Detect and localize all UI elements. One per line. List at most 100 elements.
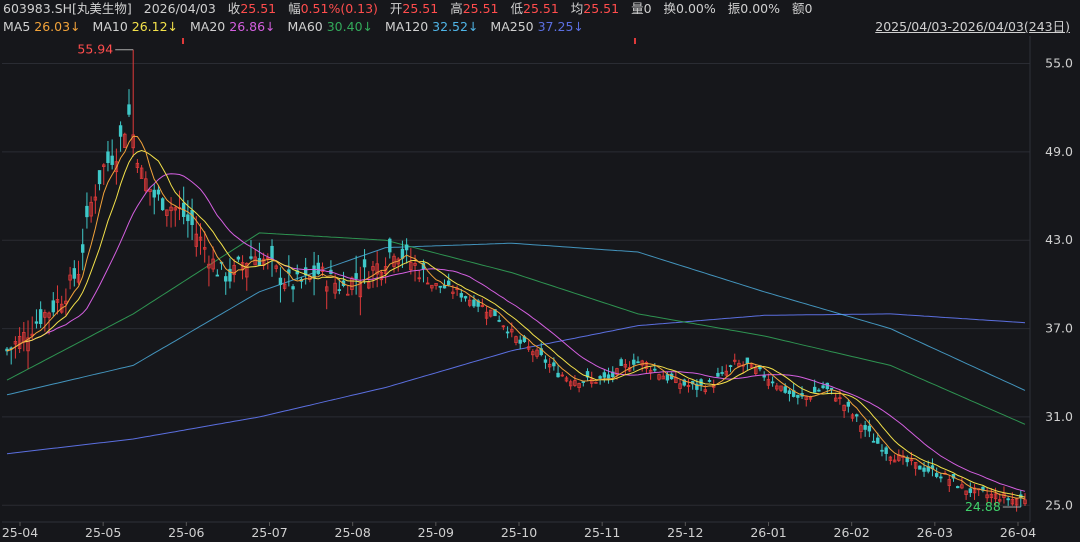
candle-body (796, 394, 800, 398)
candle-body (1006, 498, 1010, 501)
candle-body (871, 440, 876, 443)
y-tick-label: 31.0 (1045, 409, 1073, 424)
candle-body (783, 386, 787, 393)
y-tick-label: 55.0 (1045, 56, 1073, 71)
event-marker (634, 38, 636, 44)
candle-body (787, 390, 792, 394)
candle-body (312, 265, 316, 279)
candle-body (72, 268, 77, 279)
candle-body (186, 214, 190, 222)
candle-body (438, 285, 442, 288)
x-tick-label: 25-07 (251, 525, 287, 540)
candle-body (190, 210, 194, 225)
candle-body (552, 362, 556, 367)
candle-body (632, 359, 636, 365)
candle-body (939, 476, 943, 479)
candle-body (257, 258, 262, 266)
x-tick-label: 26-01 (750, 525, 786, 540)
candle-body (720, 372, 724, 374)
candle-body (400, 248, 405, 259)
candle-body (728, 365, 733, 367)
max-price-label: 55.94 (77, 42, 113, 57)
ma250-line (6, 313, 1026, 455)
ma20-line (6, 173, 1026, 492)
candle-body (51, 300, 55, 313)
candle-body (118, 125, 123, 137)
candle-body (855, 414, 859, 417)
candle-body (110, 155, 114, 165)
candle-body (817, 389, 821, 392)
candle-body (846, 401, 851, 407)
candle-body (354, 273, 358, 279)
candle-body (463, 296, 468, 299)
x-tick-label: 25-05 (85, 525, 121, 540)
candle-body (85, 205, 89, 218)
candle-body (955, 486, 960, 489)
candle-body (388, 238, 392, 253)
candle-body (127, 104, 131, 115)
candle-body (97, 170, 102, 185)
candle-body (762, 375, 766, 378)
x-tick-label: 26-04 (1000, 525, 1036, 540)
candle-body (863, 425, 867, 430)
y-tick-label: 43.0 (1045, 232, 1073, 247)
candle-body (337, 289, 342, 291)
candle-body (278, 277, 283, 285)
candle-body (152, 189, 156, 198)
candle-body (81, 244, 85, 253)
candle-body (156, 189, 161, 195)
candle-body (224, 276, 228, 282)
candle-body (249, 256, 253, 259)
candle-body (884, 447, 888, 454)
candle-body (867, 425, 872, 432)
candle-body (876, 437, 880, 444)
candle-body (34, 321, 39, 324)
x-tick-label: 25-10 (501, 525, 537, 540)
candle-body (707, 380, 712, 382)
x-tick-label: 25-09 (418, 525, 454, 540)
x-tick-label: 25-04 (2, 525, 38, 540)
candle-body (581, 381, 586, 383)
candle-body (653, 368, 657, 371)
candle-body (821, 385, 825, 389)
candle-body (619, 359, 623, 367)
candle-body (968, 488, 973, 493)
candle-body (880, 449, 884, 452)
candle-body (215, 274, 220, 277)
candle-body (472, 299, 476, 307)
x-tick-label: 25-06 (168, 525, 204, 540)
min-price-label: 24.88 (965, 499, 1001, 514)
x-tick-label: 26-03 (917, 525, 953, 540)
candle-body (160, 198, 165, 211)
candle-body (459, 293, 464, 298)
candle-body (636, 361, 640, 364)
candle-body (602, 372, 607, 378)
y-tick-label: 37.0 (1045, 321, 1073, 336)
candle-body (745, 357, 750, 364)
candle-body (270, 245, 274, 260)
candle-body (291, 286, 295, 290)
candle-body (716, 372, 720, 377)
event-marker (182, 38, 184, 44)
candle-body (518, 339, 522, 344)
candle-body (446, 280, 451, 286)
y-tick-label: 25.0 (1045, 497, 1073, 512)
candle-body (362, 259, 367, 268)
candle-body (922, 467, 926, 472)
candle-body (346, 293, 350, 296)
candle-body (404, 244, 409, 251)
candle-body (598, 376, 602, 379)
kline-chart[interactable]: 55.0 49.0 43.0 37.0 31.0 25.0 25-04 25-05 25-06 2… (0, 0, 1080, 542)
candle-body (934, 473, 939, 477)
candle-body (918, 465, 922, 470)
candle-body (665, 374, 670, 381)
candle-body (106, 151, 110, 164)
x-tick-label: 25-11 (584, 525, 620, 540)
candle-body (38, 309, 43, 325)
candle-body (606, 374, 611, 379)
x-tick-label: 26-02 (834, 525, 870, 540)
candle-body (236, 256, 241, 260)
candle-body (505, 331, 510, 334)
x-tick-label: 25-08 (335, 525, 371, 540)
candle-body (770, 381, 775, 384)
